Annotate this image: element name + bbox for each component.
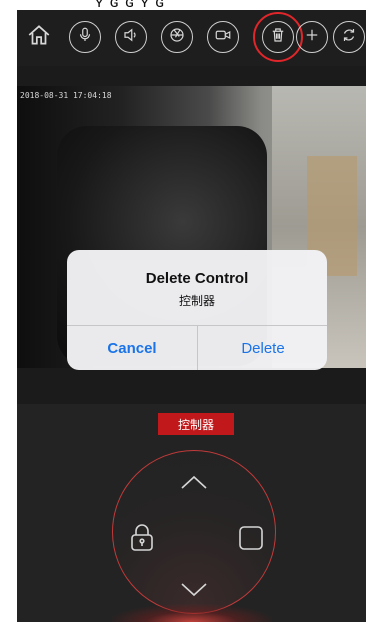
stop-icon bbox=[238, 526, 264, 555]
control-panel: 控制器 bbox=[17, 404, 366, 622]
alert-message: 控制器 bbox=[178, 294, 215, 308]
alert-title: Delete Control bbox=[145, 270, 249, 287]
video-timestamp: 2018-08-31 17:04:18 bbox=[20, 91, 112, 100]
capture-icon bbox=[168, 26, 186, 49]
up-arrow-button[interactable] bbox=[180, 474, 208, 495]
add-button[interactable] bbox=[296, 21, 328, 53]
microphone-button[interactable] bbox=[69, 21, 101, 53]
home-icon bbox=[26, 22, 52, 53]
record-button[interactable] bbox=[207, 21, 239, 53]
controller-label[interactable]: 控制器 bbox=[158, 413, 234, 435]
app-screen: 2018-08-31 17:04:18 Delete Control 控制器 C… bbox=[17, 10, 366, 622]
add-icon bbox=[303, 26, 321, 49]
delete-alert-dialog: Delete Control 控制器 Cancel Delete bbox=[67, 250, 327, 370]
refresh-button[interactable] bbox=[333, 21, 365, 53]
stop-button[interactable] bbox=[238, 525, 264, 556]
down-arrow-button[interactable] bbox=[180, 582, 208, 603]
microphone-icon bbox=[76, 26, 94, 49]
home-button[interactable] bbox=[23, 21, 55, 53]
down-arrow-icon bbox=[180, 583, 208, 602]
lock-icon bbox=[130, 524, 154, 556]
record-icon bbox=[214, 26, 232, 49]
speaker-button[interactable] bbox=[115, 21, 147, 53]
toolbar bbox=[17, 10, 366, 66]
confirm-delete-button[interactable]: Delete bbox=[197, 326, 327, 370]
up-arrow-icon bbox=[180, 475, 208, 494]
speaker-icon bbox=[122, 26, 140, 49]
refresh-icon bbox=[340, 26, 358, 49]
capture-button[interactable] bbox=[161, 21, 193, 53]
lock-button[interactable] bbox=[130, 522, 154, 557]
bottom-glow bbox=[112, 604, 272, 622]
top-edge: ʏ ɢ ɢ ʏ ɢ bbox=[0, 0, 383, 11]
cancel-button[interactable]: Cancel bbox=[67, 326, 197, 370]
